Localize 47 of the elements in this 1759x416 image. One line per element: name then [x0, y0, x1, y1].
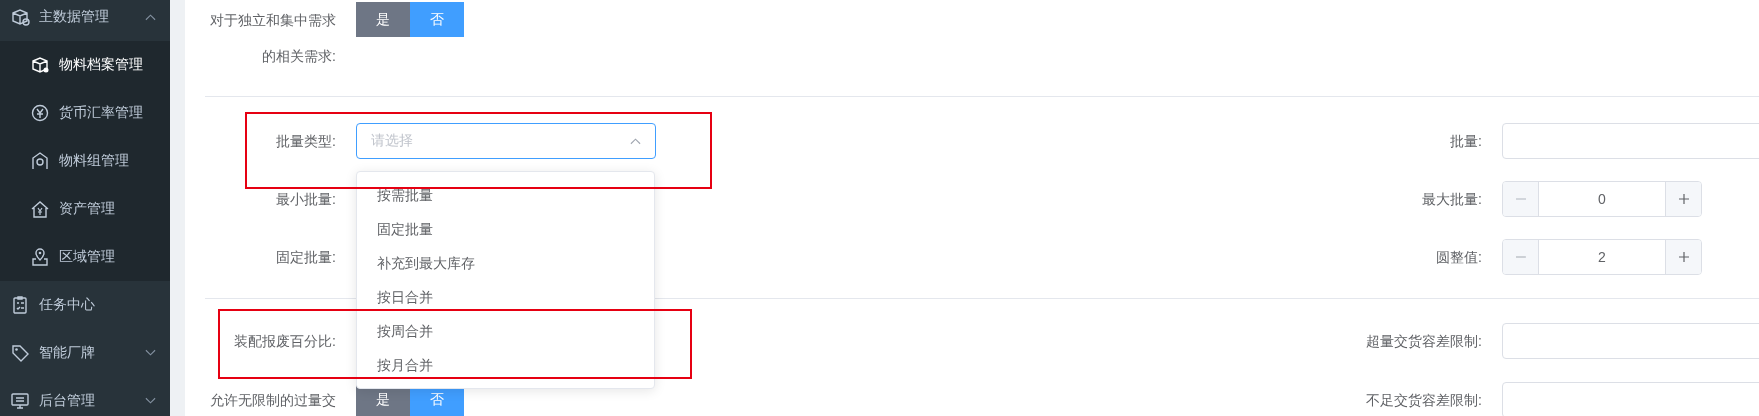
field-label: 最小批量: [275, 190, 336, 209]
input-field[interactable] [1502, 382, 1759, 416]
sidebar-subitem[interactable]: 物料组管理 [0, 137, 170, 185]
sidebar-subitem[interactable]: 区域管理 [0, 233, 170, 281]
field-label: 对于独立和集中需求的相关需求: [209, 11, 336, 66]
location-pin-icon [30, 247, 50, 267]
field-label: 批量类型: [205, 123, 336, 159]
dropdown-option[interactable]: 补充到最大库存 [357, 246, 654, 280]
plus-icon [1677, 193, 1690, 205]
hexagon-icon [30, 151, 50, 171]
increment-button[interactable] [1665, 182, 1701, 216]
input-field[interactable] [1502, 323, 1759, 359]
field-label: 允许无限制的过量交 [209, 391, 336, 410]
cube-icon [10, 7, 30, 27]
sidebar-subitem[interactable]: 货币汇率管理 [0, 89, 170, 137]
sidebar-item[interactable]: 智能厂牌 [0, 329, 170, 377]
dropdown-option[interactable]: 固定批量 [357, 212, 654, 246]
sidebar-subitem[interactable]: 物料档案管理 [0, 41, 170, 89]
cube-icon [30, 55, 50, 75]
sidebar-subitem[interactable]: 资产管理 [0, 185, 170, 233]
field-label: 装配报废百分比: [205, 323, 336, 359]
sidebar-item[interactable]: 后台管理 [0, 377, 170, 416]
field-label: 批量: [1449, 132, 1482, 151]
decrement-button[interactable] [1503, 240, 1539, 274]
monitor-icon [10, 391, 30, 411]
toggle-option[interactable]: 是 [356, 2, 410, 37]
sidebar-item[interactable]: 任务中心 [0, 281, 170, 329]
increment-button[interactable] [1665, 240, 1701, 274]
dropdown-option[interactable]: 按日合并 [357, 280, 654, 314]
dropdown-option[interactable]: 按月合并 [357, 348, 654, 382]
field-label: 不足交货容差限制: [1365, 391, 1482, 410]
field-label: 圆整值: [1435, 248, 1482, 267]
field-label: 最大批量: [1421, 190, 1482, 209]
task-list-icon [10, 295, 30, 315]
house-icon [30, 199, 50, 219]
dropdown-option[interactable]: 按周合并 [357, 314, 654, 348]
sidebar-item[interactable]: 主数据管理 [0, 0, 170, 41]
field-label: 固定批量: [275, 248, 336, 267]
number-field[interactable]: 0 [1539, 182, 1665, 216]
coin-icon [30, 103, 50, 123]
tag-icon [10, 343, 30, 363]
plus-icon [1677, 251, 1690, 263]
decrement-button[interactable] [1503, 182, 1539, 216]
number-field[interactable]: 2 [1539, 240, 1665, 274]
dropdown-option[interactable]: 按需批量 [357, 178, 654, 212]
input-field[interactable] [1502, 123, 1759, 159]
field-label: 超量交货容差限制: [1365, 332, 1482, 351]
